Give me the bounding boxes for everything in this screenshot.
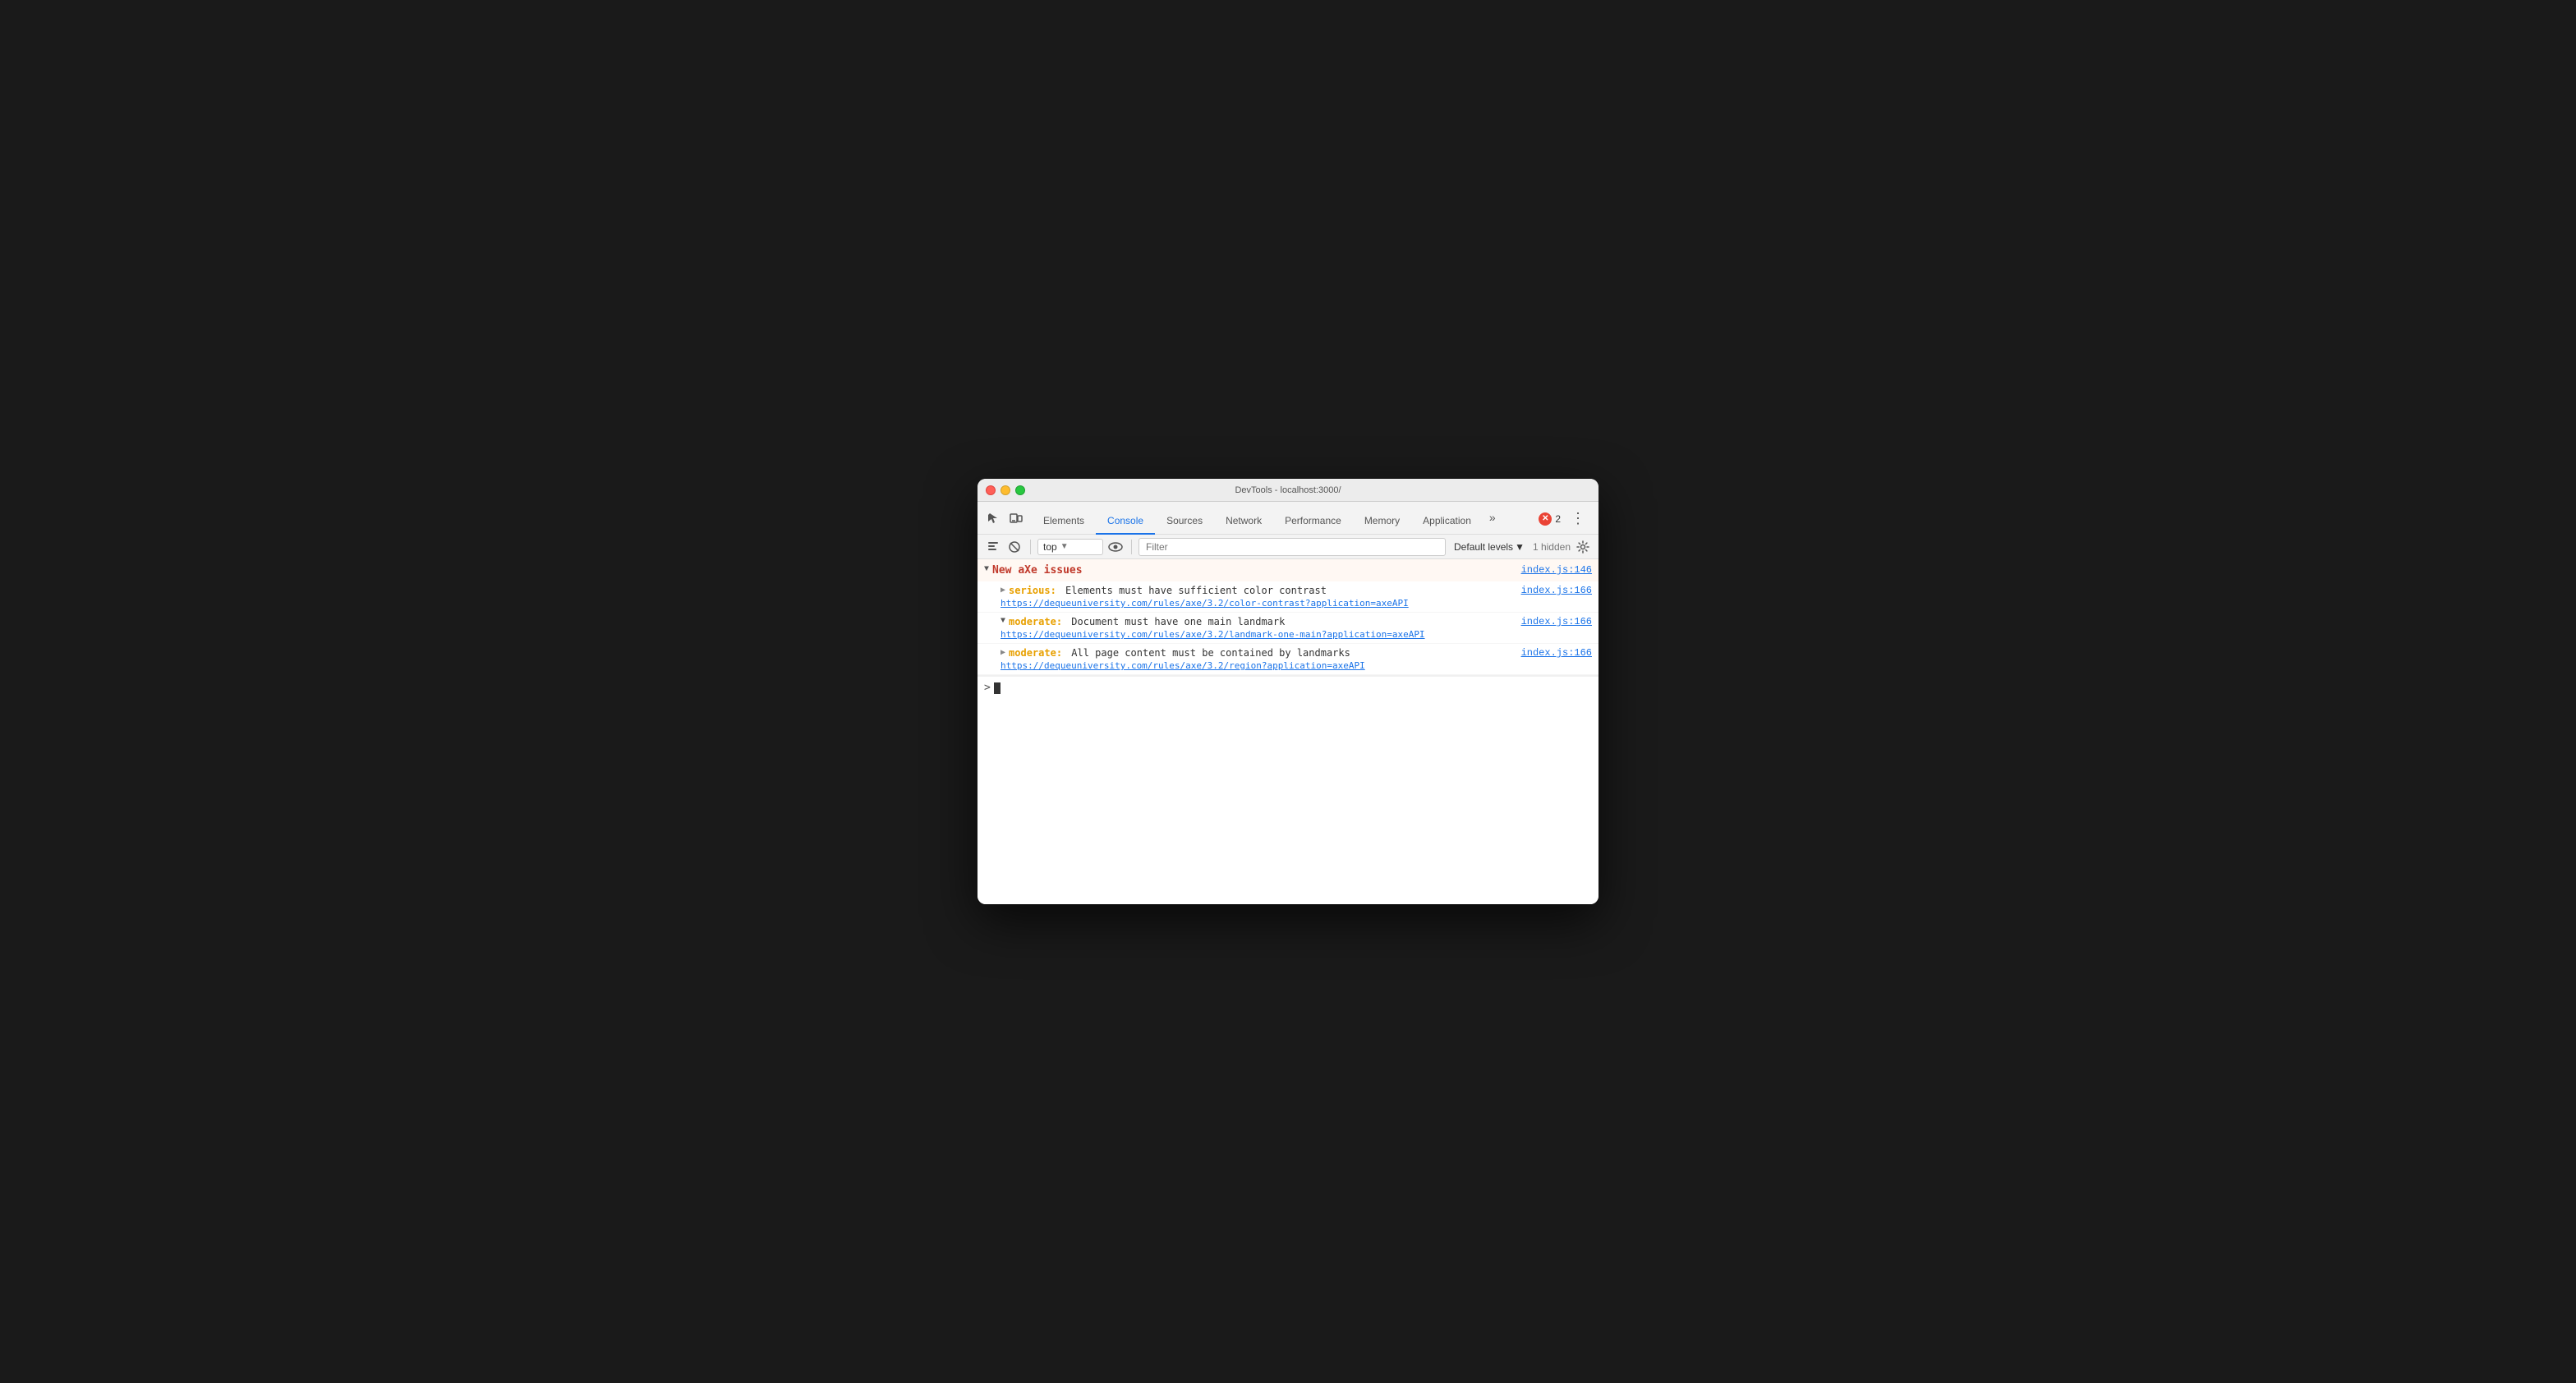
divider-1	[1030, 540, 1031, 554]
title-bar: DevTools - localhost:3000/	[978, 479, 1598, 502]
levels-arrow-icon: ▼	[1515, 541, 1525, 553]
hidden-count: 1 hidden	[1533, 541, 1571, 553]
device-toolbar-button[interactable]	[1007, 509, 1025, 527]
maximize-button[interactable]	[1015, 485, 1025, 495]
issue-3-desc: All page content must be contained by la…	[1065, 647, 1505, 659]
issue-item-header: ▶ moderate: All page content must be con…	[1000, 647, 1592, 659]
issue-group-header[interactable]: ▼ New aXe issues index.js:146	[978, 559, 1598, 581]
error-badge[interactable]: ✕ 2	[1539, 512, 1561, 526]
tab-sources[interactable]: Sources	[1155, 508, 1214, 535]
levels-selector[interactable]: Default levels ▼	[1449, 540, 1530, 554]
tab-bar: Elements Console Sources Network Perform…	[978, 502, 1598, 535]
tab-performance[interactable]: Performance	[1273, 508, 1353, 535]
issue-2-severity: moderate:	[1009, 616, 1062, 627]
issue-3-ref[interactable]: index.js:166	[1505, 647, 1592, 659]
issue-2-desc: Document must have one main landmark	[1065, 616, 1505, 627]
issue-2-triangle-icon[interactable]: ▼	[1000, 617, 1005, 626]
error-count: 2	[1555, 513, 1561, 525]
issue-2-url[interactable]: https://dequeuniversity.com/rules/axe/3.…	[1000, 629, 1592, 640]
eye-button[interactable]	[1106, 538, 1125, 556]
issue-3-url[interactable]: https://dequeuniversity.com/rules/axe/3.…	[1000, 660, 1592, 671]
block-network-button[interactable]	[1005, 538, 1024, 556]
more-tabs-button[interactable]: »	[1483, 504, 1502, 531]
issue-1-triangle-icon[interactable]: ▶	[1000, 586, 1005, 595]
issue-1-desc: Elements must have sufficient color cont…	[1060, 585, 1505, 596]
issue-1-url[interactable]: https://dequeuniversity.com/rules/axe/3.…	[1000, 598, 1592, 609]
toolbar-right: ✕ 2 ⋮	[1532, 510, 1595, 534]
more-options-button[interactable]: ⋮	[1567, 510, 1589, 527]
console-input-row: >	[978, 676, 1598, 699]
issue-item: ▶ serious: Elements must have sufficient…	[978, 581, 1598, 613]
console-toolbar: top ▼ Default levels ▼ 1 hidden	[978, 535, 1598, 559]
settings-button[interactable]	[1574, 538, 1592, 556]
context-value: top	[1043, 541, 1057, 553]
issue-group-ref[interactable]: index.js:146	[1505, 564, 1592, 576]
toolbar-icons	[981, 509, 1032, 534]
filter-input[interactable]	[1138, 538, 1446, 556]
close-button[interactable]	[986, 485, 996, 495]
inspect-element-button[interactable]	[984, 509, 1002, 527]
tabs: Elements Console Sources Network Perform…	[1032, 504, 1532, 534]
window-title: DevTools - localhost:3000/	[1235, 485, 1341, 495]
issue-item: ▼ moderate: Document must have one main …	[978, 613, 1598, 644]
issue-1-severity: serious:	[1009, 585, 1056, 596]
clear-console-button[interactable]	[984, 538, 1002, 556]
tab-elements[interactable]: Elements	[1032, 508, 1096, 535]
levels-label: Default levels	[1454, 541, 1513, 553]
context-arrow-icon: ▼	[1060, 542, 1069, 551]
issue-2-ref[interactable]: index.js:166	[1505, 616, 1592, 627]
console-prompt-icon: >	[984, 682, 991, 694]
tab-application[interactable]: Application	[1411, 508, 1483, 535]
tab-network[interactable]: Network	[1214, 508, 1273, 535]
issue-group: ▼ New aXe issues index.js:146 ▶ serious:…	[978, 559, 1598, 676]
tab-console[interactable]: Console	[1096, 508, 1155, 535]
issue-3-severity: moderate:	[1009, 647, 1062, 659]
minimize-button[interactable]	[1000, 485, 1010, 495]
console-empty-space	[978, 699, 1598, 863]
issue-3-triangle-icon[interactable]: ▶	[1000, 648, 1005, 658]
issue-1-ref[interactable]: index.js:166	[1505, 585, 1592, 596]
issue-item-header: ▼ moderate: Document must have one main …	[1000, 616, 1592, 627]
divider-2	[1131, 540, 1132, 554]
console-content: ▼ New aXe issues index.js:146 ▶ serious:…	[978, 559, 1598, 904]
tab-memory[interactable]: Memory	[1353, 508, 1411, 535]
group-triangle-icon[interactable]: ▼	[984, 565, 989, 574]
traffic-lights	[986, 485, 1025, 495]
issue-item: ▶ moderate: All page content must be con…	[978, 644, 1598, 675]
issue-item-header: ▶ serious: Elements must have sufficient…	[1000, 585, 1592, 596]
console-cursor	[994, 682, 1000, 694]
error-icon: ✕	[1539, 512, 1552, 526]
issue-group-title: New aXe issues	[992, 564, 1083, 577]
context-selector[interactable]: top ▼	[1037, 539, 1103, 555]
devtools-window: DevTools - localhost:3000/ Elements	[978, 479, 1598, 904]
